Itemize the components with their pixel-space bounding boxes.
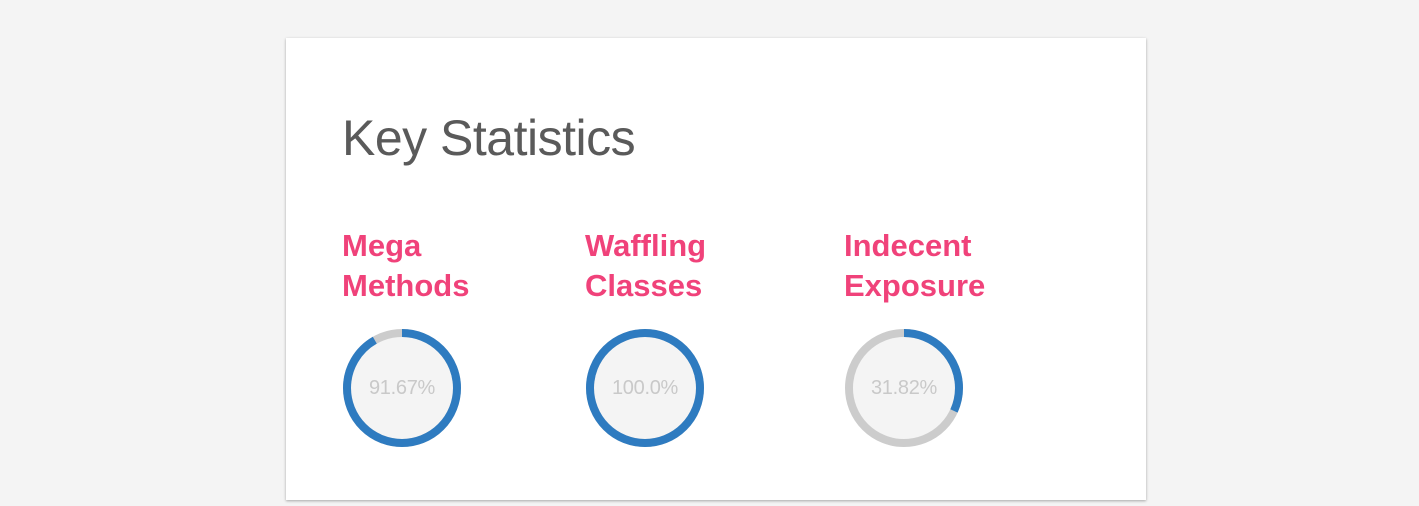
stat-label: Indecent Exposure (844, 228, 986, 303)
ring-percent-text: 31.82% (870, 377, 938, 399)
card-title: Key Statistics (342, 110, 636, 166)
progress-ring: 100.0% (585, 328, 705, 448)
progress-ring: 91.67% (342, 328, 462, 448)
stat-indecent-exposure: Indecent Exposure 31.82% (844, 226, 1044, 447)
stat-mega-methods: Mega Methods 91.67% (342, 226, 542, 447)
key-statistics-card: Key Statistics Mega Methods 91.67% Waffl… (286, 38, 1146, 500)
progress-ring: 31.82% (844, 328, 964, 448)
ring-percent-text: 91.67% (368, 377, 436, 399)
stat-label: Waffling Classes (585, 228, 707, 303)
ring-percent-text: 100.0% (611, 377, 679, 399)
stat-waffling-classes: Waffling Classes 100.0% (585, 226, 785, 447)
stat-label: Mega Methods (342, 228, 470, 303)
